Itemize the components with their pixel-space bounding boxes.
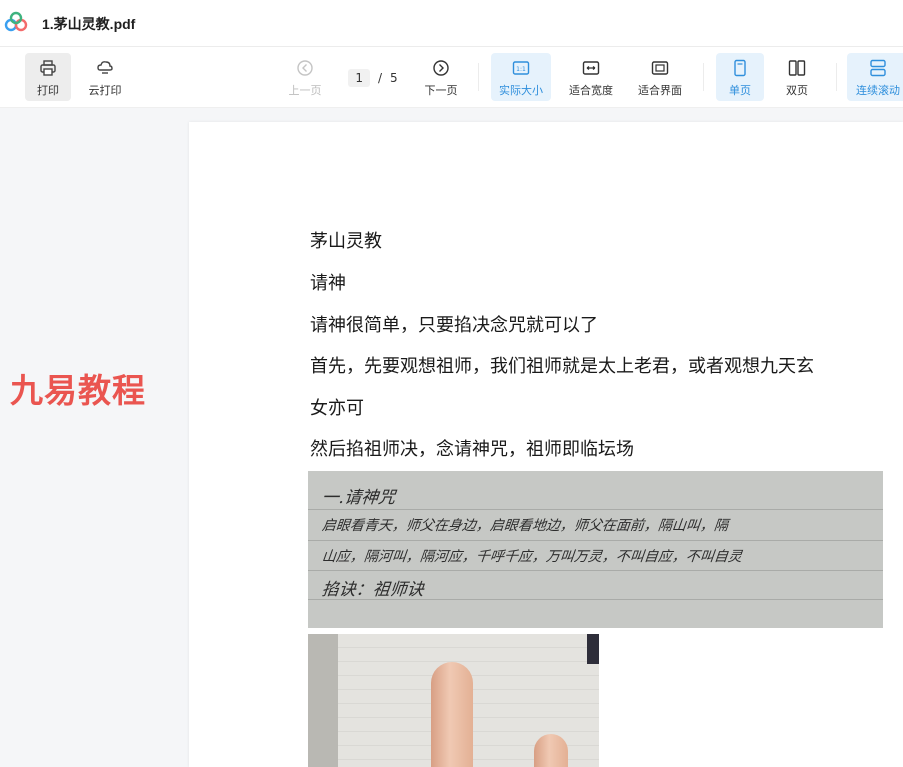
handwritten-note-image: 一.请神咒 启眼看青天，师父在身边，启眼看地边，师父在面前，隔山叫，隔 山应，隔…	[308, 471, 883, 628]
svg-text:1:1: 1:1	[516, 66, 526, 73]
notebook-margin	[308, 634, 338, 767]
cloud-print-button[interactable]: 云打印	[82, 53, 128, 101]
continuous-scroll-icon	[870, 59, 886, 77]
photo-corner	[587, 634, 599, 664]
cloud-print-icon	[97, 61, 113, 74]
handwriting-line: 启眼看青天，师父在身边，启眼看地边，师父在面前，隔山叫，隔	[321, 518, 729, 534]
double-page-button[interactable]: 双页	[773, 53, 821, 101]
handwriting-line: 掐诀：祖师诀	[320, 580, 425, 600]
doc-heading: 茅山灵教	[310, 231, 382, 252]
fit-page-label: 适合界面	[638, 84, 682, 97]
toolbar-divider	[478, 63, 479, 91]
doc-paragraph: 请神	[310, 273, 346, 294]
fit-width-button[interactable]: 适合宽度	[563, 53, 619, 101]
partial-icon	[0, 59, 2, 77]
notebook-rule	[308, 509, 883, 510]
fit-width-icon	[582, 61, 600, 75]
actual-size-icon: 1:1	[512, 61, 530, 75]
doc-paragraph: 然后掐祖师决，念请神咒，祖师即临坛场	[310, 439, 634, 460]
toolbar-divider	[836, 63, 837, 91]
doc-paragraph: 女亦可	[310, 398, 364, 419]
actual-size-button[interactable]: 1:1 实际大小	[491, 53, 551, 101]
document-title: 1.茅山灵教.pdf	[42, 16, 136, 32]
single-page-label: 单页	[729, 84, 751, 97]
page-indicator: 1 / 5	[339, 67, 407, 89]
double-page-icon	[788, 60, 806, 76]
print-button[interactable]: 打印	[25, 53, 71, 101]
double-page-label: 双页	[786, 84, 808, 97]
document-page: 茅山灵教 请神 请神很简单，只要掐决念咒就可以了 首先，先要观想祖师，我们祖师就…	[189, 122, 903, 767]
next-page-label: 下一页	[424, 84, 458, 97]
toolbar-button-partial[interactable]	[0, 53, 6, 101]
title-bar: 1.茅山灵教.pdf	[0, 0, 903, 47]
print-label: 打印	[37, 84, 59, 97]
handwriting-line: 山应，隔河叫，隔河应，千呼千应，万叫万灵，不叫自应，不叫自灵	[321, 549, 743, 565]
chevron-left-circle-icon	[297, 60, 313, 76]
index-finger	[431, 662, 473, 767]
page-separator: /	[377, 71, 383, 85]
actual-size-label: 实际大小	[499, 84, 543, 97]
second-finger	[534, 734, 568, 767]
fit-width-label: 适合宽度	[569, 84, 613, 97]
single-page-icon	[734, 59, 746, 77]
fit-page-icon	[651, 61, 669, 75]
notebook-rule	[308, 570, 883, 571]
brand-watermark: 九易教程	[10, 371, 146, 410]
prev-page-button[interactable]: 上一页	[283, 53, 327, 101]
doc-paragraph: 首先，先要观想祖师，我们祖师就是太上老君，或者观想九天玄	[310, 356, 814, 377]
hand-gesture-photo	[308, 634, 599, 767]
next-page-button[interactable]: 下一页	[419, 53, 463, 101]
single-page-button[interactable]: 单页	[716, 53, 764, 101]
notebook-rule	[308, 540, 883, 541]
handwriting-line: 一.请神咒	[320, 488, 397, 508]
cloud-print-label: 云打印	[88, 84, 122, 97]
toolbar: 打印 云打印 上一页 1 / 5 下一页 1:1 实际大小 适合宽度 适合界面 …	[0, 47, 903, 108]
printer-icon	[40, 60, 56, 76]
fit-page-button[interactable]: 适合界面	[632, 53, 688, 101]
page-total: 5	[390, 71, 398, 85]
continuous-scroll-label: 连续滚动	[856, 84, 900, 97]
continuous-scroll-button[interactable]: 连续滚动	[847, 53, 903, 101]
app-logo-icon	[4, 11, 28, 32]
toolbar-divider	[703, 63, 704, 91]
page-number-input[interactable]: 1	[348, 69, 370, 87]
chevron-right-circle-icon	[433, 60, 449, 76]
doc-paragraph: 请神很简单，只要掐决念咒就可以了	[310, 315, 598, 336]
prev-page-label: 上一页	[288, 84, 322, 97]
